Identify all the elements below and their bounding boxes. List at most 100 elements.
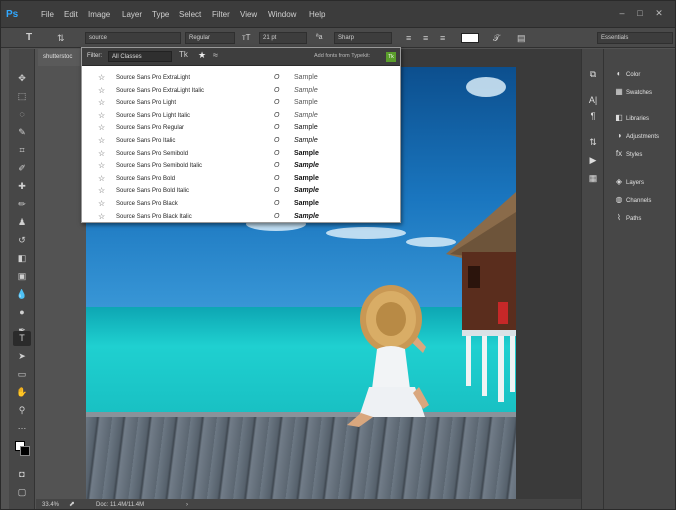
favorites-filter-icon[interactable]: ★: [198, 50, 206, 61]
font-list-item[interactable]: ☆ Source Sans Pro Light O Sample: [82, 97, 400, 110]
favorite-star-icon[interactable]: ☆: [98, 97, 105, 110]
more-tools-icon[interactable]: …: [13, 419, 31, 433]
menu-image[interactable]: Image: [88, 10, 110, 19]
properties-panel-icon[interactable]: ⇅: [586, 135, 600, 149]
typekit-label: Add fonts from Typekit:: [314, 53, 371, 59]
favorite-star-icon[interactable]: ☆: [98, 173, 105, 186]
eyedropper-tool-icon[interactable]: ✐: [13, 161, 31, 175]
favorite-star-icon[interactable]: ☆: [98, 135, 105, 148]
clone-stamp-tool-icon[interactable]: ♟: [13, 215, 31, 229]
panel-channels[interactable]: ◍ Channels: [612, 193, 675, 207]
warp-text-icon[interactable]: 𝒯: [493, 31, 500, 45]
panel-libraries[interactable]: ◧ Libraries: [612, 111, 675, 125]
document-info[interactable]: Doc: 11.4M/11.4M: [96, 499, 144, 509]
antialias-field[interactable]: Sharp: [334, 32, 392, 44]
menu-layer[interactable]: Layer: [122, 10, 142, 19]
menu-file[interactable]: File: [41, 10, 54, 19]
type-tool-icon[interactable]: T: [13, 331, 31, 346]
zoom-level[interactable]: 33.4%: [42, 499, 59, 509]
text-color-swatch[interactable]: [461, 33, 479, 43]
font-list-item[interactable]: ☆ Source Sans Pro Semibold O Sample: [82, 148, 400, 161]
menu-filter[interactable]: Filter: [212, 10, 230, 19]
font-list-item[interactable]: ☆ Source Sans Pro Bold O Sample: [82, 173, 400, 186]
panel-adjustments[interactable]: ◑ Adjustments: [612, 129, 675, 143]
gradient-tool-icon[interactable]: ▣: [13, 269, 31, 283]
font-family-field[interactable]: source: [85, 32, 181, 44]
favorite-star-icon[interactable]: ☆: [98, 198, 105, 211]
align-right-icon[interactable]: ≡: [440, 31, 445, 45]
healing-brush-tool-icon[interactable]: ✚: [13, 179, 31, 193]
shape-tool-icon[interactable]: ▭: [13, 367, 31, 381]
quick-select-tool-icon[interactable]: ✎: [13, 125, 31, 139]
favorite-star-icon[interactable]: ☆: [98, 122, 105, 135]
font-size-field[interactable]: 21 pt: [259, 32, 307, 44]
history-panel-icon[interactable]: ⧉: [586, 67, 600, 81]
history-brush-tool-icon[interactable]: ↺: [13, 233, 31, 247]
status-menu-chevron-icon[interactable]: ›: [186, 499, 188, 509]
favorite-star-icon[interactable]: ☆: [98, 160, 105, 173]
panel-paths[interactable]: ⌇ Paths: [612, 211, 675, 225]
maximize-button[interactable]: □: [633, 7, 647, 19]
font-style-field[interactable]: Regular: [185, 32, 235, 44]
favorite-star-icon[interactable]: ☆: [98, 110, 105, 123]
panel-styles[interactable]: fx Styles: [612, 147, 675, 161]
share-icon[interactable]: ⬈: [69, 499, 75, 509]
brush-tool-icon[interactable]: ✏: [13, 197, 31, 211]
font-family-dropdown[interactable]: Filter: All Classes Tk ★ ≈ Add fonts fro…: [81, 47, 401, 223]
menu-edit[interactable]: Edit: [64, 10, 78, 19]
marquee-tool-icon[interactable]: ⬚: [13, 89, 31, 103]
paragraph-panel-icon[interactable]: ¶: [586, 109, 600, 123]
type-tool-preset-icon[interactable]: T: [26, 31, 32, 45]
panel-color[interactable]: ◐ Color: [612, 67, 675, 81]
panel-swatches[interactable]: ▦ Swatches: [612, 85, 675, 99]
font-list-item[interactable]: ☆ Source Sans Pro Italic O Sample: [82, 135, 400, 148]
font-list-item[interactable]: ☆ Source Sans Pro Black Italic O Sample: [82, 211, 400, 224]
menu-view[interactable]: View: [240, 10, 257, 19]
eraser-tool-icon[interactable]: ◧: [13, 251, 31, 265]
similar-fonts-icon[interactable]: ≈: [213, 50, 218, 60]
screen-mode-icon[interactable]: ▢: [13, 485, 31, 499]
favorite-star-icon[interactable]: ☆: [98, 185, 105, 198]
opentype-icon: O: [274, 200, 280, 207]
dodge-tool-icon[interactable]: ●: [13, 305, 31, 319]
font-list-item[interactable]: ☆ Source Sans Pro Light Italic O Sample: [82, 110, 400, 123]
favorite-star-icon[interactable]: ☆: [98, 85, 105, 98]
favorite-star-icon[interactable]: ☆: [98, 211, 105, 224]
character-panel-icon[interactable]: A|: [586, 93, 600, 107]
favorite-star-icon[interactable]: ☆: [98, 72, 105, 85]
actions-panel-icon[interactable]: ▶: [586, 153, 600, 167]
align-left-icon[interactable]: ≡: [406, 31, 411, 45]
menu-window[interactable]: Window: [268, 10, 296, 19]
text-orientation-icon[interactable]: ⇅: [57, 31, 65, 45]
minimize-button[interactable]: –: [615, 7, 629, 19]
zoom-tool-icon[interactable]: ⚲: [13, 403, 31, 417]
info-panel-icon[interactable]: ▦: [586, 171, 600, 185]
panel-layers[interactable]: ◈ Layers: [612, 175, 675, 189]
favorite-star-icon[interactable]: ☆: [98, 148, 105, 161]
close-button[interactable]: ✕: [652, 7, 666, 19]
typekit-button[interactable]: Tk: [386, 52, 396, 62]
font-list-item[interactable]: ☆ Source Sans Pro Bold Italic O Sample: [82, 185, 400, 198]
font-list-item[interactable]: ☆ Source Sans Pro Semibold Italic O Sample: [82, 160, 400, 173]
path-selection-tool-icon[interactable]: ➤: [13, 349, 31, 363]
lasso-tool-icon[interactable]: ◌: [13, 107, 31, 121]
font-list-item[interactable]: ☆ Source Sans Pro Regular O Sample: [82, 122, 400, 135]
menu-type[interactable]: Type: [152, 10, 169, 19]
crop-tool-icon[interactable]: ⌗: [13, 143, 31, 157]
hand-tool-icon[interactable]: ✋: [13, 385, 31, 399]
align-center-icon[interactable]: ≡: [423, 31, 428, 45]
character-panel-icon[interactable]: ▤: [517, 31, 526, 45]
font-list-item[interactable]: ☆ Source Sans Pro ExtraLight O Sample: [82, 72, 400, 85]
menu-select[interactable]: Select: [179, 10, 201, 19]
typekit-filter-icon[interactable]: Tk: [179, 50, 188, 59]
move-tool-icon[interactable]: ✥: [13, 71, 31, 85]
font-list-item[interactable]: ☆ Source Sans Pro Black O Sample: [82, 198, 400, 211]
blur-tool-icon[interactable]: 💧: [13, 287, 31, 301]
font-list-item[interactable]: ☆ Source Sans Pro ExtraLight Italic O Sampl…: [82, 85, 400, 98]
menu-help[interactable]: Help: [309, 10, 325, 19]
quick-mask-icon[interactable]: ◘: [13, 467, 31, 481]
font-class-filter[interactable]: All Classes: [108, 51, 172, 62]
color-swatches-icon[interactable]: [13, 439, 31, 459]
workspace-switcher[interactable]: Essentials: [597, 32, 673, 44]
document-tab[interactable]: shutterstoc: [38, 49, 86, 66]
